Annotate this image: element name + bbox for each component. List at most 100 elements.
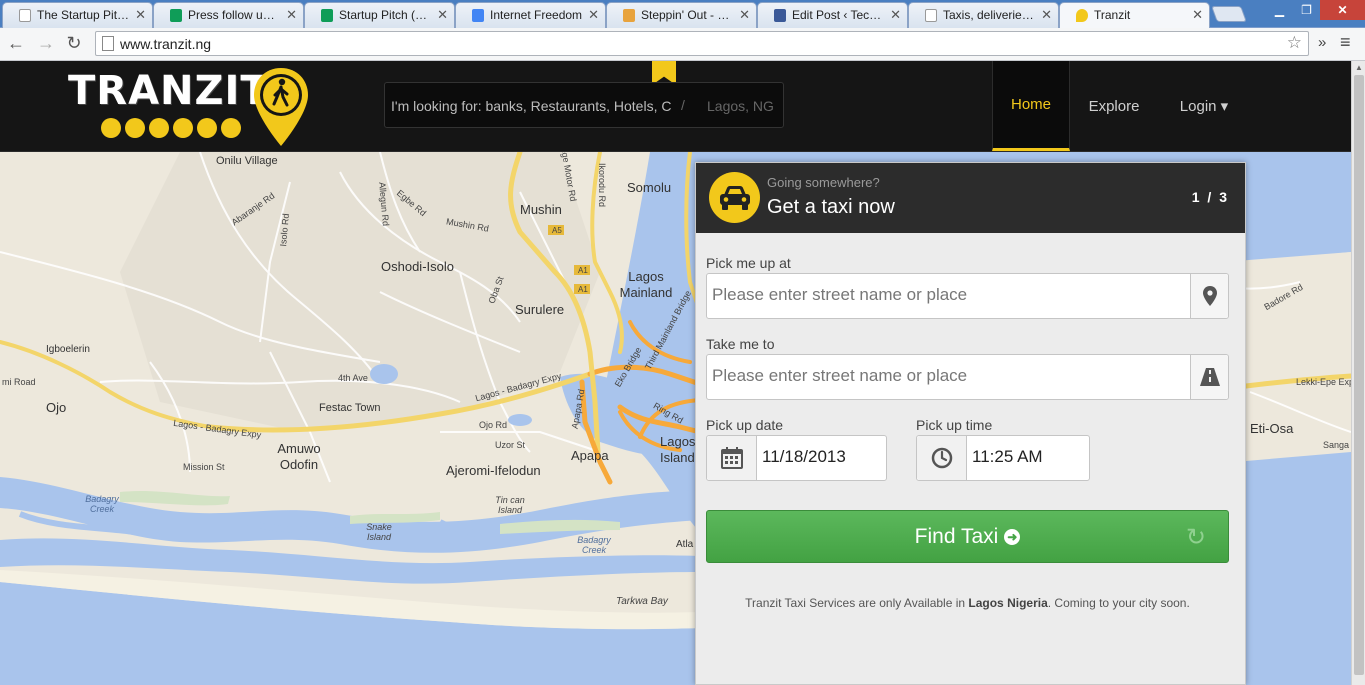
- browser-tab-1[interactable]: Press follow up fo ✕: [153, 2, 304, 28]
- availability-note: Tranzit Taxi Services are only Available…: [706, 596, 1229, 610]
- date-input[interactable]: [762, 447, 872, 467]
- browser-tab-7-active[interactable]: Tranzit ✕: [1059, 2, 1210, 29]
- map-marker-icon[interactable]: [1190, 274, 1228, 318]
- reload-icon[interactable]: ↻: [64, 33, 84, 54]
- map-label: Uzor St: [495, 440, 526, 450]
- browser-tab-4[interactable]: Steppin' Out - Joe ✕: [606, 2, 757, 28]
- note-city: Lagos Nigeria: [968, 596, 1048, 610]
- refresh-icon: ↻: [1185, 524, 1206, 551]
- browser-tab-0[interactable]: The Startup Pitch | ✕: [2, 2, 153, 28]
- airplane-icon: [149, 118, 169, 138]
- bus-icon: [101, 118, 121, 138]
- dropoff-input[interactable]: [712, 366, 1182, 386]
- pickup-input[interactable]: [712, 285, 1182, 305]
- extensions-chevron-icon[interactable]: »: [1318, 34, 1326, 51]
- map-label: Oshodi-Isolo: [381, 259, 454, 274]
- map-label: Ojo: [46, 400, 67, 415]
- close-tab-icon[interactable]: ✕: [1192, 7, 1203, 23]
- time-field[interactable]: [916, 435, 1090, 481]
- back-arrow-icon[interactable]: ←: [6, 33, 26, 54]
- browser-toolbar: ← → ↻ www.tranzit.ng ☆ » ≡: [0, 28, 1365, 61]
- pickup-field[interactable]: [706, 273, 1229, 319]
- url-text[interactable]: www.tranzit.ng: [120, 36, 211, 52]
- close-tab-icon[interactable]: ✕: [437, 7, 448, 23]
- road-icon[interactable]: [1190, 355, 1228, 399]
- address-bar[interactable]: www.tranzit.ng ☆: [95, 31, 1309, 56]
- map-label: Mushin: [520, 202, 562, 217]
- map-label: Igboelerin: [46, 344, 90, 355]
- map-label: Atla: [676, 539, 694, 550]
- transport-icons: [101, 118, 241, 138]
- taxi-booking-panel: Going somewhere? Get a taxi now 1 / 3 Pi…: [695, 162, 1246, 685]
- date-field[interactable]: [706, 435, 887, 481]
- map-label: Amuwo Odofin: [277, 441, 321, 472]
- map-label: Ajeromi-Ifelodun: [446, 463, 541, 478]
- close-tab-icon[interactable]: ✕: [890, 7, 901, 23]
- hamburger-menu-icon[interactable]: ≡: [1340, 32, 1351, 53]
- page-scrollbar[interactable]: ▲: [1351, 61, 1365, 685]
- map-label: Mission St: [183, 462, 225, 472]
- map-label: Surulere: [515, 302, 565, 317]
- scrollbar-thumb[interactable]: [1354, 75, 1364, 675]
- panel-subtitle: Going somewhere?: [767, 175, 880, 190]
- search-separator: /: [681, 97, 685, 113]
- find-taxi-label: Find Taxi: [914, 524, 999, 548]
- nav-login[interactable]: Login ▾: [1162, 61, 1246, 151]
- search-box[interactable]: I'm looking for: banks, Restaurants, Hot…: [384, 82, 784, 128]
- minimize-icon[interactable]: ▁: [1266, 0, 1293, 20]
- tab-title: Steppin' Out - Joe: [641, 8, 734, 22]
- browser-tab-5[interactable]: Edit Post ‹ TechCa ✕: [757, 2, 908, 28]
- map-label: Badagry Creek: [577, 535, 611, 555]
- dropoff-field[interactable]: [706, 354, 1229, 400]
- browser-tab-3[interactable]: Internet Freedom ✕: [455, 2, 606, 28]
- window-close-icon[interactable]: ✕: [1320, 0, 1365, 20]
- map-label: Festac Town: [319, 402, 381, 414]
- nav-home[interactable]: Home: [992, 61, 1070, 151]
- map-label: Lagos Mainland: [619, 269, 673, 300]
- clock-icon[interactable]: [917, 436, 967, 480]
- location-input[interactable]: Lagos, NG: [707, 98, 774, 114]
- map-label: Lekki-Epe Expy: [1296, 377, 1351, 387]
- close-tab-icon[interactable]: ✕: [135, 7, 146, 23]
- site-header: TRANZIT I'm looking for: banks, Restaura…: [0, 61, 1351, 152]
- panel-title: Get a taxi now: [767, 196, 895, 218]
- map-label: Apapa: [571, 448, 609, 463]
- window-controls: ▁ ❐ ✕: [1266, 0, 1365, 20]
- map-label: Eti-Osa: [1250, 421, 1294, 436]
- new-tab-button[interactable]: [1211, 6, 1247, 22]
- map-label: A1: [578, 266, 588, 275]
- map-label: Onilu Village: [216, 155, 278, 167]
- scroll-up-icon[interactable]: ▲: [1355, 63, 1363, 72]
- calendar-icon[interactable]: [707, 436, 757, 480]
- nav-explore[interactable]: Explore: [1075, 61, 1153, 151]
- browser-tab-2[interactable]: Startup Pitch (Resp ✕: [304, 2, 455, 28]
- document-icon: [925, 9, 937, 22]
- walking-person-icon: [1076, 9, 1088, 22]
- close-tab-icon[interactable]: ✕: [286, 7, 297, 23]
- map-label: 4th Ave: [338, 373, 368, 383]
- close-tab-icon[interactable]: ✕: [1041, 7, 1052, 23]
- document-icon: [19, 9, 31, 22]
- panel-header: Going somewhere? Get a taxi now 1 / 3: [696, 163, 1245, 233]
- star-icon[interactable]: ☆: [1287, 33, 1302, 53]
- tab-title: The Startup Pitch |: [37, 8, 130, 22]
- browser-tab-6[interactable]: Taxis, deliveries an ✕: [908, 2, 1059, 28]
- forward-arrow-icon[interactable]: →: [36, 33, 56, 54]
- tab-title: Taxis, deliveries an: [943, 8, 1036, 22]
- map-label: Somolu: [627, 180, 672, 195]
- audio-bars-icon: [623, 9, 635, 22]
- close-tab-icon[interactable]: ✕: [739, 7, 750, 23]
- map-label: Tin can Island: [495, 495, 525, 515]
- doc-icon: [472, 9, 484, 22]
- map-label: Badagry Creek: [85, 494, 119, 514]
- close-tab-icon[interactable]: ✕: [588, 7, 599, 23]
- arrow-circle-right-icon: ➜: [1004, 528, 1021, 545]
- logo-text[interactable]: TRANZIT: [68, 68, 269, 114]
- search-input[interactable]: I'm looking for: banks, Restaurants, Hot…: [391, 98, 671, 114]
- date-label: Pick up date: [706, 417, 784, 433]
- restore-icon[interactable]: ❐: [1293, 0, 1320, 20]
- map-label: A1: [578, 285, 588, 294]
- time-input[interactable]: [972, 447, 1082, 467]
- find-taxi-button[interactable]: Find Taxi ➜ ↻: [706, 510, 1229, 563]
- map-label: Snake Island: [366, 522, 392, 542]
